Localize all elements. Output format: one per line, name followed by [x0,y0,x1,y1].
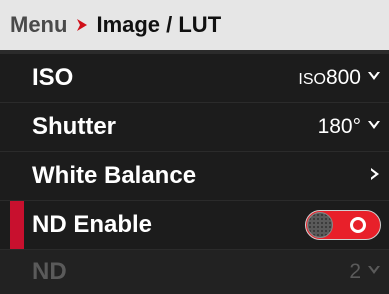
menu-item-white-balance[interactable]: White Balance [0,152,389,200]
toggle-on-circle-icon [350,217,366,233]
nd-value: 2 [349,260,361,283]
breadcrumb-current: Image / LUT [96,12,222,37]
menu-item-iso[interactable]: ISO ISO800 [0,54,389,102]
nd-enable-toggle[interactable] [305,210,381,240]
menu-item-nd: ND 2 [0,250,389,294]
iso-value-prefix: ISO [298,71,326,88]
toggle-knob [307,212,333,238]
shutter-value-group: 180° [318,115,381,139]
chevron-down-icon [367,263,381,281]
chevron-down-icon [367,118,381,136]
menu-item-label: ND Enable [32,211,153,238]
iso-value-number: 800 [325,66,361,89]
chevron-right-icon [369,167,381,186]
chevron-right-icon [74,17,90,33]
white-balance-nav [369,167,381,186]
menu-item-shutter[interactable]: Shutter 180° [0,103,389,151]
chevron-down-icon [367,69,381,87]
menu-screen: Menu Image / LUT ISO ISO800 Shutter 180°… [0,0,389,294]
breadcrumb: Menu Image / LUT [0,0,389,50]
menu-item-label: Shutter [32,113,116,140]
iso-value-group: ISO800 [298,66,381,90]
nd-value-group: 2 [349,260,381,284]
active-indicator [10,201,24,249]
menu-item-nd-enable[interactable]: ND Enable [0,201,389,249]
breadcrumb-root[interactable]: Menu [10,12,67,38]
menu-item-label: ND [32,258,67,285]
menu-item-label: White Balance [32,162,197,189]
menu-item-label: ISO [32,64,74,91]
iso-value: ISO800 [298,66,361,90]
shutter-value: 180° [317,115,361,138]
